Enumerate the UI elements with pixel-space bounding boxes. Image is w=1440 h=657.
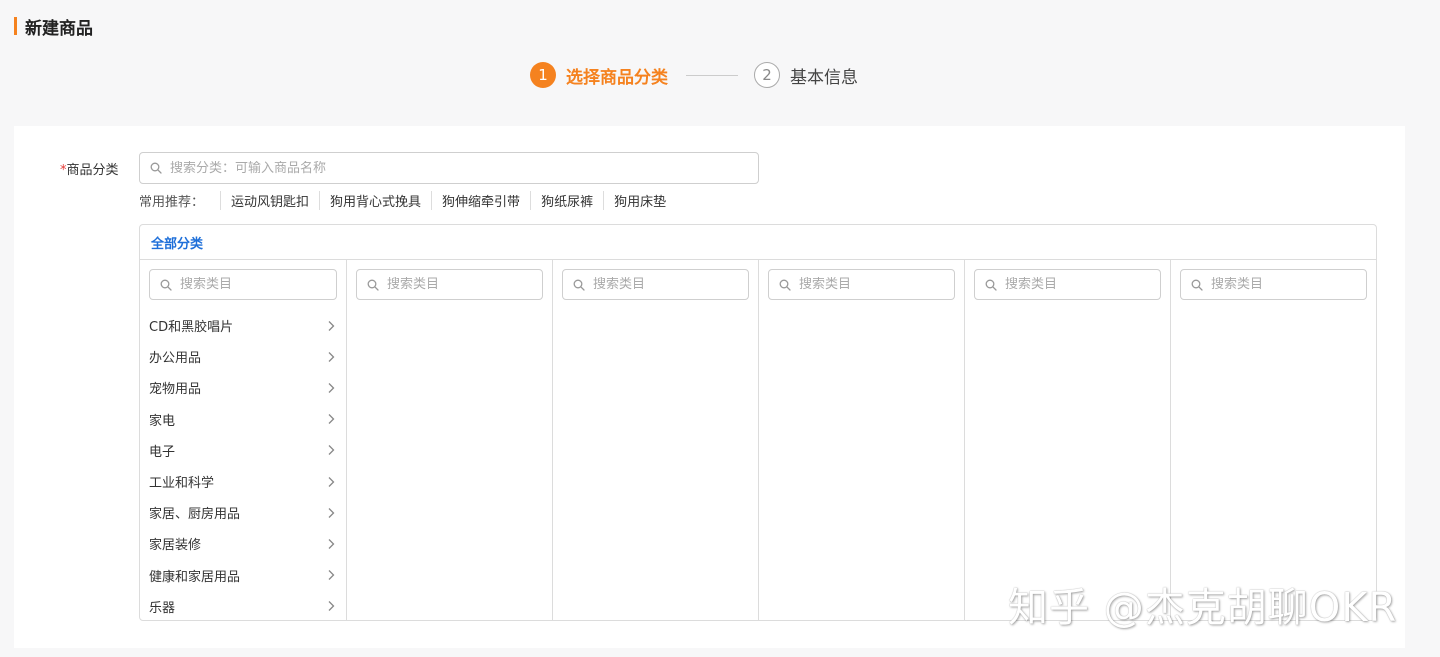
category-item-label: 乐器 <box>149 600 176 616</box>
recommend-tag[interactable]: 狗用床垫 <box>603 190 676 210</box>
category-item-label: 健康和家居用品 <box>149 569 241 585</box>
page-header: 新建商品 <box>14 14 93 39</box>
category-columns: CD和黑胶唱片 办公用品 宠物用品 家电 电子 工业和科学 家居、厨房用品 家居… <box>140 260 1376 620</box>
stepper: 1 选择商品分类 2 基本信息 <box>530 60 858 90</box>
chevron-right-icon <box>328 383 335 393</box>
column-search-input[interactable] <box>593 277 748 292</box>
chevron-right-icon <box>328 570 335 581</box>
category-item[interactable]: 家居装修 <box>149 528 337 559</box>
category-item[interactable]: CD和黑胶唱片 <box>149 310 337 341</box>
recommend-tag[interactable]: 狗纸尿裤 <box>530 190 603 210</box>
category-item-label: 家居装修 <box>149 538 202 554</box>
chevron-right-icon <box>328 320 335 331</box>
category-item[interactable]: 家居、厨房用品 <box>149 497 337 528</box>
recommend-tag[interactable]: 狗伸缩牵引带 <box>431 190 530 210</box>
column-search-box[interactable] <box>356 269 543 300</box>
category-field-label: *商品分类 <box>60 159 119 178</box>
category-item-label: 宠物用品 <box>149 382 202 398</box>
category-item[interactable]: 工业和科学 <box>149 466 337 497</box>
recommend-tag[interactable]: 运动风钥匙扣 <box>220 190 319 210</box>
search-icon <box>367 279 379 291</box>
column-search-box[interactable] <box>768 269 955 300</box>
category-item-label: CD和黑胶唱片 <box>149 320 234 336</box>
category-label-text: 商品分类 <box>66 163 119 178</box>
category-item[interactable]: 宠物用品 <box>149 372 337 403</box>
search-icon <box>1191 279 1203 291</box>
title-accent-bar <box>14 17 17 35</box>
category-search-box[interactable] <box>139 152 759 184</box>
category-item[interactable]: 健康和家居用品 <box>149 560 337 591</box>
search-icon <box>985 279 997 291</box>
tab-all-categories[interactable]: 全部分类 <box>140 225 1376 260</box>
step-select-category[interactable]: 1 选择商品分类 <box>530 62 668 88</box>
chevron-right-icon <box>328 507 335 518</box>
category-item[interactable]: 乐器 <box>149 591 337 620</box>
step-number: 1 <box>530 62 556 88</box>
category-column-5 <box>964 260 1170 620</box>
search-icon <box>779 279 791 291</box>
category-item[interactable]: 家电 <box>149 404 337 435</box>
step-label: 基本信息 <box>790 67 858 88</box>
step-basic-info[interactable]: 2 基本信息 <box>754 62 858 88</box>
search-icon <box>150 162 162 174</box>
category-column-6 <box>1170 260 1376 620</box>
recommend-label: 常用推荐： <box>139 194 205 210</box>
category-panel: 全部分类 CD和黑胶唱片 办公用品 宠物用品 家电 电子 工业和科学 家居、厨房… <box>139 224 1377 621</box>
category-column-4 <box>758 260 964 620</box>
category-item[interactable]: 电子 <box>149 435 337 466</box>
column-search-box[interactable] <box>149 269 337 300</box>
category-search-input[interactable] <box>170 160 758 176</box>
column-search-input[interactable] <box>1005 277 1160 292</box>
step-connector <box>686 74 738 76</box>
category-item-label: 工业和科学 <box>149 476 215 492</box>
recommend-tag[interactable]: 狗用背心式挽具 <box>319 190 431 210</box>
search-icon <box>160 279 172 291</box>
column-search-box[interactable] <box>1180 269 1367 300</box>
category-item-label: 家电 <box>149 413 176 429</box>
category-column-1: CD和黑胶唱片 办公用品 宠物用品 家电 电子 工业和科学 家居、厨房用品 家居… <box>140 260 346 620</box>
search-icon <box>573 279 585 291</box>
category-item-label: 电子 <box>149 444 176 460</box>
chevron-right-icon <box>328 601 335 612</box>
category-item-label: 家居、厨房用品 <box>149 507 241 523</box>
column-search-input[interactable] <box>799 277 954 292</box>
chevron-right-icon <box>328 476 335 487</box>
step-number: 2 <box>754 62 780 88</box>
category-item[interactable]: 办公用品 <box>149 341 337 372</box>
step-label: 选择商品分类 <box>566 67 668 88</box>
category-column-2 <box>346 260 552 620</box>
category-card: *商品分类 常用推荐： 运动风钥匙扣 狗用背心式挽具 狗伸缩牵引带 狗纸尿裤 狗… <box>14 126 1405 648</box>
column-search-box[interactable] <box>974 269 1161 300</box>
chevron-right-icon <box>328 538 335 549</box>
chevron-right-icon <box>328 414 335 425</box>
column-search-input[interactable] <box>387 277 542 292</box>
recommend-row: 常用推荐： 运动风钥匙扣 狗用背心式挽具 狗伸缩牵引带 狗纸尿裤 狗用床垫 <box>139 190 676 210</box>
column-search-input[interactable] <box>180 277 336 292</box>
column-search-input[interactable] <box>1211 277 1366 292</box>
chevron-right-icon <box>328 351 335 362</box>
page-title: 新建商品 <box>25 18 93 39</box>
column-search-box[interactable] <box>562 269 749 300</box>
category-column-3 <box>552 260 758 620</box>
category-item-label: 办公用品 <box>149 351 202 367</box>
chevron-right-icon <box>328 445 335 456</box>
